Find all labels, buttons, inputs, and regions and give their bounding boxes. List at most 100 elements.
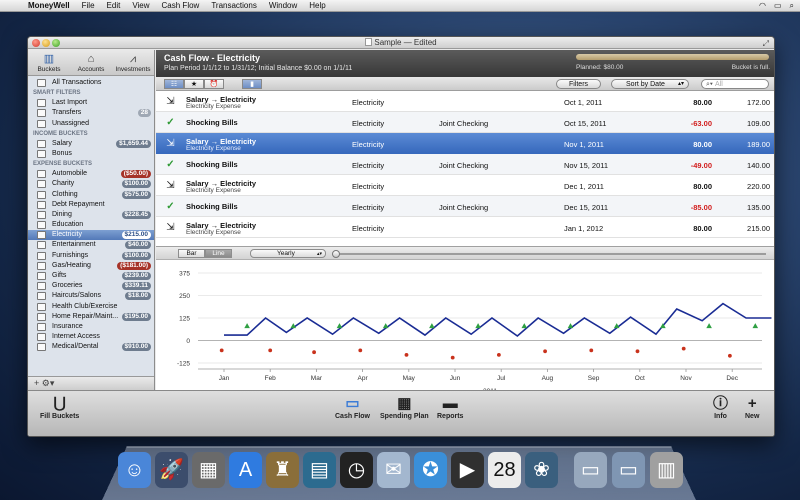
expense-bucket-item[interactable]: Electricity $215.00 (28, 230, 154, 241)
documents-folder-icon[interactable]: ▭ (574, 452, 607, 488)
transaction-row[interactable]: ⇲ Salary → Electricity Electricity Expense… (156, 91, 774, 112)
finder-icon[interactable]: ☺ (118, 452, 151, 488)
slider-knob[interactable] (332, 250, 340, 258)
app-store-icon[interactable]: A (229, 452, 262, 488)
zoom-window-button[interactable] (52, 39, 60, 47)
expense-bucket-item[interactable]: Education (28, 220, 154, 230)
date-cell: Oct 15, 2011 (564, 119, 607, 128)
expense-bucket-item[interactable]: Home Repair/Maint... $195.00 (28, 312, 154, 322)
ical-icon[interactable]: 28 (488, 452, 521, 488)
expense-bucket-item[interactable]: Dining $228.45 (28, 210, 154, 220)
all-transactions-item[interactable]: All Transactions (28, 78, 154, 88)
expense-bucket-item[interactable]: Charity $100.00 (28, 179, 154, 189)
menu-cash-flow[interactable]: Cash Flow (156, 1, 206, 10)
new-button[interactable]: + New (745, 395, 759, 420)
sidebar-footer[interactable]: + ⚙▾ (28, 376, 154, 390)
transfer-icon[interactable]: ⇲ (165, 222, 176, 233)
facetime-icon[interactable]: ▶ (451, 452, 484, 488)
reports-button[interactable]: ▬ Reports (437, 395, 463, 420)
expense-bucket-item[interactable]: Gifts $239.00 (28, 271, 154, 281)
expense-bucket-item[interactable]: Furnishings $100.00 (28, 251, 154, 261)
transfer-icon[interactable]: ⇲ (165, 180, 176, 191)
balance-cell: 220.00 (747, 182, 770, 191)
close-window-button[interactable] (32, 39, 40, 47)
trash-icon[interactable]: ▥ (650, 452, 683, 488)
clock-icon[interactable]: ◷ (340, 452, 373, 488)
line-mode-button[interactable]: Line (205, 249, 232, 258)
downloads-folder-icon[interactable]: ▭ (612, 452, 645, 488)
expense-bucket-item[interactable]: Insurance (28, 322, 154, 332)
mail-icon[interactable]: ✉ (377, 452, 410, 488)
menu-edit[interactable]: Edit (101, 1, 127, 10)
menu-transactions[interactable]: Transactions (205, 1, 263, 10)
battery-icon[interactable]: ▭ (774, 1, 782, 10)
menu-view[interactable]: View (126, 1, 155, 10)
mode-investments[interactable]: ⩘ Investments (112, 50, 154, 75)
window-titlebar[interactable]: Sample — Edited ⤢ (28, 37, 774, 49)
fill-buckets-button[interactable]: ⋃ Fill Buckets (40, 395, 79, 420)
chart-range-slider[interactable] (336, 253, 766, 255)
withdrawal-marker (404, 353, 409, 357)
iphoto-icon[interactable]: ❀ (525, 452, 558, 488)
transaction-row[interactable]: ✓ Shocking Bills Electricity Joint Checking… (156, 196, 774, 217)
cash-flow-button[interactable]: ▭ Cash Flow (335, 395, 370, 420)
menu-window[interactable]: Window (263, 1, 303, 10)
expense-bucket-item[interactable]: Automobile ($50.00) (28, 169, 154, 179)
cleared-check-icon[interactable]: ✓ (165, 201, 176, 212)
menu-file[interactable]: File (76, 1, 101, 10)
spotlight-icon[interactable]: ⌕ (790, 1, 794, 11)
expense-bucket-item[interactable]: Gas/Heating ($181.00) (28, 261, 154, 271)
cleared-check-icon[interactable]: ✓ (165, 159, 176, 170)
register-view-button[interactable]: ☷ (164, 79, 184, 89)
dashboard-icon[interactable]: ▦ (192, 452, 225, 488)
expense-bucket-item[interactable]: Medical/Dental $910.00 (28, 342, 154, 352)
safari-icon[interactable]: ✪ (414, 452, 447, 488)
transaction-row[interactable]: ✓ Shocking Bills Electricity Joint Checking… (156, 112, 774, 133)
minimize-window-button[interactable] (42, 39, 50, 47)
transaction-row[interactable]: ⇲ Salary → Electricity Electricity Expense… (156, 133, 774, 154)
income-bucket-item[interactable]: Salary $1,659.44 (28, 139, 154, 149)
smart-filter-item[interactable]: Unassigned (28, 119, 154, 129)
schedule-view-button[interactable]: ⏰ (204, 79, 224, 89)
transfer-icon[interactable]: ⇲ (165, 138, 176, 149)
spending-plan-button[interactable]: ▦ Spending Plan (380, 395, 429, 420)
transaction-row[interactable]: ✓ Shocking Bills Electricity Joint Checking… (156, 154, 774, 175)
moneywell-icon[interactable]: ♜ (266, 452, 299, 488)
expense-bucket-item[interactable]: Clothing $575.00 (28, 190, 154, 200)
smart-filter-item[interactable]: Last Import (28, 98, 154, 108)
chart-toggle-button[interactable]: ▮ (242, 79, 262, 89)
mode-buckets[interactable]: ▥ Buckets (28, 50, 70, 75)
expense-bucket-item[interactable]: Health Club/Exercise (28, 302, 154, 312)
moneywell-window: Sample — Edited ⤢ ▥ Buckets ⌂ Accounts ⩘… (27, 36, 775, 437)
fullscreen-icon[interactable]: ⤢ (763, 38, 769, 50)
flag-view-button[interactable]: ★ (184, 79, 204, 89)
expense-bucket-item[interactable]: Haircuts/Salons $18.00 (28, 291, 154, 301)
sort-popup[interactable]: Sort by Date ▴▾ (611, 79, 689, 89)
menu-app-name[interactable]: MoneyWell (22, 1, 76, 10)
expense-bucket-item[interactable]: Internet Access (28, 332, 154, 342)
info-button[interactable]: ⓘ Info (713, 395, 728, 420)
bucket-label: Last Import (52, 99, 88, 107)
menu-help[interactable]: Help (303, 1, 331, 10)
transfer-icon[interactable]: ⇲ (165, 96, 176, 107)
bar-mode-button[interactable]: Bar (178, 249, 205, 258)
smart-filter-item[interactable]: Transfers 28 (28, 108, 154, 118)
deposit-marker (521, 323, 528, 329)
expense-bucket-item[interactable]: Groceries $339.11 (28, 281, 154, 291)
deposit-marker (429, 323, 435, 329)
mode-accounts[interactable]: ⌂ Accounts (70, 50, 112, 75)
filters-button[interactable]: Filters (556, 79, 601, 89)
expense-bucket-item[interactable]: Debt Repayment (28, 200, 154, 210)
expense-bucket-item[interactable]: Entertainment $40.00 (28, 240, 154, 250)
income-bucket-item[interactable]: Bonus (28, 149, 154, 159)
wifi-icon[interactable]: ◠ (759, 1, 766, 10)
cleared-check-icon[interactable]: ✓ (165, 117, 176, 128)
transaction-row[interactable]: ⇲ Salary → Electricity Electricity Expense… (156, 175, 774, 196)
cards-icon[interactable]: ▤ (303, 452, 336, 488)
transaction-row[interactable]: ⇲ Salary → Electricity Electricity Expense… (156, 217, 774, 238)
launchpad-icon[interactable]: 🚀 (155, 452, 188, 488)
search-field[interactable]: ⌕▾ All (701, 79, 769, 89)
amount-cell: -49.00 (690, 161, 712, 170)
amount-cell: -63.00 (690, 119, 712, 128)
period-popup[interactable]: Yearly ▴▾ (250, 249, 326, 258)
